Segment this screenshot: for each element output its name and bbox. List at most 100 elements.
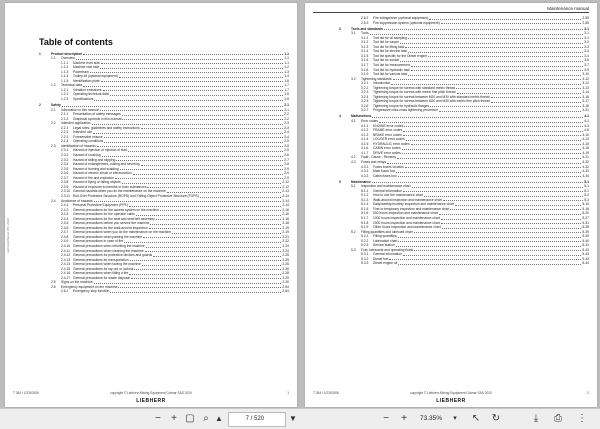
cursor-icon[interactable]: ↖ bbox=[470, 412, 482, 425]
toc-leader bbox=[155, 219, 282, 221]
toc-leader bbox=[450, 209, 582, 211]
toc-entry[interactable]: 3.2.7 Progressive criss-cross tightening … bbox=[339, 108, 589, 113]
toc-leader bbox=[140, 164, 284, 166]
copyright: copyright © Liebherr-Mining Equipment Co… bbox=[110, 391, 192, 395]
toc-leader bbox=[199, 196, 282, 198]
toc-leader bbox=[404, 167, 582, 169]
toc-leader bbox=[83, 85, 284, 87]
zoom-level[interactable]: 73.35% bbox=[420, 412, 442, 425]
toc-leader bbox=[410, 144, 582, 146]
toc-leader bbox=[424, 195, 584, 197]
toc-leader bbox=[118, 76, 284, 78]
toc-leader bbox=[96, 146, 284, 148]
toc-leader bbox=[405, 139, 582, 141]
toc-leader bbox=[402, 191, 584, 193]
toc-leader bbox=[403, 130, 584, 132]
toc-entry-title: Fire suppression system (optional equipm… bbox=[373, 20, 440, 25]
toc-leader bbox=[408, 74, 582, 76]
toc-leader bbox=[100, 81, 284, 83]
toc-leader bbox=[396, 171, 582, 173]
zoom-dropdown-icon[interactable]: ▾ bbox=[450, 412, 460, 425]
toc-leader bbox=[429, 106, 582, 108]
toc-entry-page: 2-55 bbox=[582, 20, 589, 25]
fit-page-icon[interactable]: ▢ bbox=[184, 412, 196, 425]
toc-leader bbox=[402, 254, 582, 256]
toc-leader bbox=[145, 246, 282, 248]
toc-leader bbox=[91, 123, 284, 125]
toc-leader bbox=[93, 201, 282, 203]
print-icon[interactable]: ⎙ bbox=[552, 412, 564, 425]
zoom-in-icon[interactable]: + bbox=[398, 412, 410, 425]
toc-leader bbox=[110, 291, 282, 293]
side-text: LEC/web/Serial: 05 | 2020 bbox=[6, 218, 10, 253]
search-icon[interactable]: ⌕ bbox=[200, 412, 212, 425]
toc-entry[interactable]: 2.6.3 Fire suppression system (optional e… bbox=[339, 21, 589, 26]
toc-leader bbox=[134, 269, 282, 271]
toc-leader bbox=[100, 63, 284, 65]
toc-leader bbox=[109, 94, 284, 96]
toc-entry-number: 3.2.7 bbox=[361, 108, 369, 113]
toc-leader bbox=[405, 47, 584, 49]
toc-entry-title: Emergency stop function bbox=[73, 289, 110, 294]
toc-entry-title: Progressive criss-cross tightening proce… bbox=[373, 108, 439, 113]
download-icon[interactable]: ⤓ bbox=[530, 412, 542, 425]
page-number-input[interactable]: 7 / 520 bbox=[228, 412, 286, 427]
toc-leader bbox=[428, 56, 584, 58]
toc-leader bbox=[124, 241, 282, 243]
toc-leader bbox=[404, 126, 584, 128]
toc-leader bbox=[441, 227, 582, 229]
toc-leader bbox=[456, 88, 582, 90]
rotate-icon[interactable]: ↻ bbox=[490, 412, 502, 425]
right-page: Maintenance manual 2.6.2 Fire extinguishe… bbox=[305, 3, 597, 407]
toc-entry-title: Diesel engine oil bbox=[373, 261, 398, 266]
toc-leader bbox=[89, 72, 284, 74]
toc-leader bbox=[397, 236, 582, 238]
toc-entry[interactable]: 2.6.1 Emergency stop function 2-54 bbox=[39, 289, 289, 294]
more-icon[interactable]: ⋮ bbox=[576, 412, 588, 425]
toc-leader bbox=[410, 65, 584, 67]
viewer-toolbar: − + ▢ ⌕ ▲ 7 / 520 ▼ − + 73.35% ▾ ↖ ↻ ⤓ ⎙… bbox=[0, 408, 600, 429]
toc-leader bbox=[140, 128, 284, 130]
toc-leader bbox=[121, 182, 282, 184]
copyright: copyright © Liebherr-Mining Equipment Co… bbox=[410, 391, 492, 395]
toc-entry[interactable]: 5.3.3 Diesel engine oil 5-44 bbox=[339, 261, 589, 266]
toc-leader bbox=[129, 273, 282, 275]
toc-leader bbox=[398, 264, 582, 266]
zoom-out-icon[interactable]: − bbox=[380, 412, 392, 425]
toc-leader bbox=[172, 232, 282, 234]
current-page[interactable]: 7 bbox=[229, 413, 249, 426]
zoom-in-icon[interactable]: + bbox=[168, 412, 180, 425]
toc-entry[interactable]: 4.3.3 Cabin fuses box 4-34 bbox=[339, 174, 589, 179]
toc-entry-page: 3-21 bbox=[582, 108, 589, 113]
zoom-out-icon[interactable]: − bbox=[152, 412, 164, 425]
toc-leader bbox=[402, 135, 582, 137]
toc-leader bbox=[438, 214, 582, 216]
toc-entry[interactable]: 1.2.3 Specifications 1-9 bbox=[39, 97, 289, 102]
toc-leader bbox=[395, 245, 582, 247]
toc-leader bbox=[408, 51, 584, 53]
toc-leader bbox=[159, 210, 282, 212]
toc-leader bbox=[456, 92, 582, 94]
toc-leader bbox=[400, 60, 584, 62]
page-number: 2 bbox=[587, 391, 589, 395]
page-number: 1 bbox=[287, 391, 289, 395]
toc-leader bbox=[93, 282, 282, 284]
toc-entry-number: 3.2 bbox=[351, 76, 356, 81]
toc-leader bbox=[141, 264, 282, 266]
toc-leader bbox=[119, 169, 284, 171]
page-up-icon[interactable]: ▲ bbox=[214, 412, 224, 425]
toc-leader bbox=[387, 162, 582, 164]
toc-leader bbox=[122, 119, 284, 121]
toc-list-left: 1 Product description 1-1 1.1 Overview 1-1 1.1… bbox=[39, 50, 289, 294]
toc-entry-number: 4 bbox=[339, 114, 341, 119]
toc-entry-number: 1.1 bbox=[51, 56, 56, 61]
toc-leader bbox=[153, 255, 282, 257]
toc-entry-page: 5-44 bbox=[582, 261, 589, 266]
toc-leader bbox=[440, 218, 582, 220]
toc-leader bbox=[442, 200, 584, 202]
toc-entry-page: 4-34 bbox=[582, 173, 589, 178]
toc-entry-number: 5.3.3 bbox=[361, 261, 369, 266]
toc-leader bbox=[103, 137, 284, 139]
toc-leader bbox=[379, 121, 584, 123]
page-down-icon[interactable]: ▼ bbox=[288, 412, 298, 425]
